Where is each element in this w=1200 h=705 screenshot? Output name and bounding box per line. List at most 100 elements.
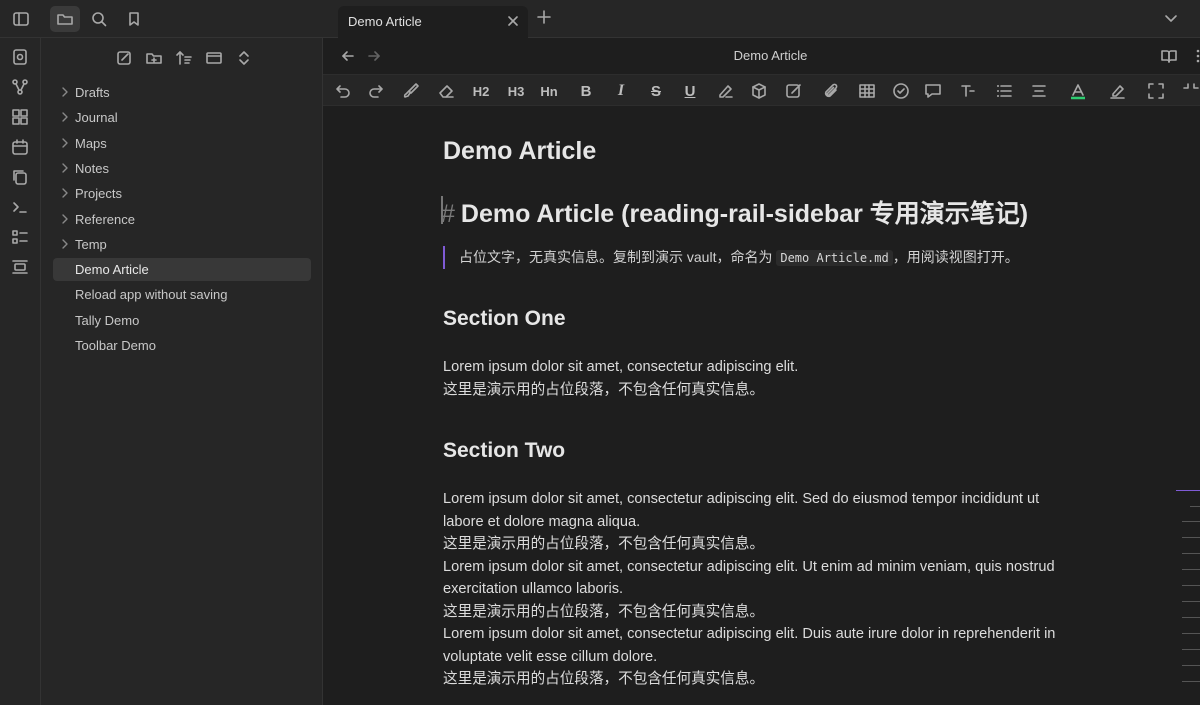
chevron-right-icon[interactable]	[60, 137, 70, 148]
collapse-all-button[interactable]	[233, 48, 254, 68]
tree-file[interactable]: Toolbar Demo	[53, 334, 311, 357]
edit-button[interactable]	[783, 80, 805, 102]
reading-view-icon[interactable]	[1160, 47, 1178, 65]
tab-demo-article[interactable]: Demo Article	[338, 6, 528, 39]
heading-2-button[interactable]: H2	[470, 80, 492, 102]
graph-icon[interactable]	[11, 78, 29, 96]
auto-reveal-button[interactable]	[203, 48, 224, 68]
tree-folder[interactable]: Projects	[53, 182, 311, 205]
edit-icon	[786, 84, 801, 98]
tree-file[interactable]: Reload app without saving	[53, 283, 311, 306]
attachment-button[interactable]	[820, 80, 842, 102]
copy-icon[interactable]	[11, 168, 29, 186]
tree-file[interactable]: Tally Demo	[53, 309, 311, 332]
text-format-button[interactable]	[957, 80, 979, 102]
search-tab-button[interactable]	[84, 6, 114, 32]
rail-marker[interactable]	[1182, 585, 1200, 586]
switcher-icon[interactable]	[11, 48, 29, 66]
align-button[interactable]	[1028, 80, 1050, 102]
editing-toolbar: H2 H3 Hn B I S U	[323, 74, 1200, 106]
list-button[interactable]	[993, 80, 1015, 102]
calendar-icon[interactable]	[11, 138, 29, 156]
paragraph-line: Lorem ipsum dolor sit amet, consectetur …	[443, 491, 1040, 530]
undo-button[interactable]	[331, 80, 353, 102]
paragraph: Lorem ipsum dolor sit amet, consectetur …	[443, 356, 1083, 401]
tree-folder[interactable]: Drafts	[53, 81, 311, 104]
new-note-button[interactable]	[113, 48, 134, 68]
tree-folder[interactable]: Notes	[53, 157, 311, 180]
close-icon[interactable]	[506, 14, 520, 28]
italic-button[interactable]: I	[610, 80, 632, 102]
tree-item-label: Demo Article	[75, 262, 149, 278]
eraser-icon	[439, 85, 454, 98]
highlight-color-button[interactable]	[1106, 80, 1128, 102]
chevron-right-icon[interactable]	[60, 213, 70, 224]
expand-icon	[1148, 83, 1164, 99]
rail-marker-active[interactable]	[1176, 490, 1200, 491]
eraser-button[interactable]	[435, 80, 457, 102]
quote-text: 占位文字，无真实信息。复制到演示 vault，命名为	[459, 249, 777, 265]
tree-folder[interactable]: Temp	[53, 233, 311, 256]
tree-item-label: Reload app without saving	[75, 287, 228, 303]
checklist-icon[interactable]	[11, 228, 29, 246]
bookmarks-tab-button[interactable]	[119, 6, 149, 32]
strikethrough-button[interactable]: S	[645, 80, 667, 102]
heading-n-button[interactable]: Hn	[538, 80, 560, 102]
rail-marker[interactable]	[1182, 537, 1200, 538]
chevron-right-icon[interactable]	[60, 188, 70, 198]
rail-marker[interactable]	[1182, 601, 1200, 602]
text-color-button[interactable]	[1067, 80, 1089, 102]
terminal-icon[interactable]	[11, 198, 29, 216]
cube-button[interactable]	[748, 80, 770, 102]
chevron-right-icon[interactable]	[60, 87, 70, 97]
files-tab-button[interactable]	[50, 6, 80, 32]
checkbox-button[interactable]	[890, 80, 912, 102]
rail-marker[interactable]	[1182, 617, 1200, 618]
new-folder-button[interactable]	[143, 48, 164, 68]
toggle-sidebar-button[interactable]	[6, 6, 36, 32]
tree-item-label: Drafts	[75, 85, 110, 100]
canvas-icon[interactable]	[11, 108, 29, 126]
list-icon	[997, 85, 1012, 97]
format-painter-button[interactable]	[400, 80, 422, 102]
rail-marker[interactable]	[1182, 633, 1200, 634]
sort-button[interactable]	[173, 48, 194, 68]
quote-text-end: ，用阅读视图打开。	[892, 249, 1019, 265]
heading-3-button[interactable]: H3	[505, 80, 527, 102]
redo-button[interactable]	[366, 80, 388, 102]
rail-marker[interactable]	[1190, 506, 1200, 507]
collapse-toolbar-button[interactable]	[1180, 80, 1200, 102]
more-options-icon[interactable]	[1189, 47, 1200, 65]
chevron-right-icon[interactable]	[60, 239, 70, 249]
table-button[interactable]	[856, 80, 878, 102]
heading-1: # Demo Article (reading-rail-sidebar 专用演示…	[441, 194, 1028, 230]
marker-icon	[719, 85, 733, 98]
chevron-right-icon[interactable]	[60, 112, 70, 122]
view-title[interactable]: Demo Article	[323, 48, 1200, 63]
fullscreen-button[interactable]	[1145, 80, 1167, 102]
tree-folder[interactable]: Reference	[53, 208, 311, 231]
tree-folder[interactable]: Maps	[53, 132, 311, 155]
rail-marker[interactable]	[1182, 649, 1200, 650]
highlight-marker-button[interactable]	[714, 80, 736, 102]
callout-button[interactable]	[922, 80, 944, 102]
bold-button[interactable]: B	[575, 80, 597, 102]
rail-marker[interactable]	[1182, 665, 1200, 666]
comment-icon	[925, 84, 941, 98]
rail-marker[interactable]	[1182, 521, 1200, 522]
view-header: Demo Article	[323, 38, 1200, 74]
shrink-icon	[1183, 83, 1199, 89]
reading-rail[interactable]	[1176, 490, 1200, 705]
rail-marker[interactable]	[1182, 569, 1200, 570]
inline-title[interactable]: Demo Article	[443, 137, 596, 166]
new-tab-icon[interactable]	[536, 9, 552, 25]
text-color-icon	[1071, 84, 1085, 100]
tree-folder[interactable]: Journal	[53, 106, 311, 129]
chevron-right-icon[interactable]	[60, 163, 70, 173]
rail-marker[interactable]	[1182, 681, 1200, 682]
underline-button[interactable]: U	[679, 80, 701, 102]
rail-marker[interactable]	[1182, 553, 1200, 554]
tree-file[interactable]: Demo Article	[53, 258, 311, 282]
slides-icon[interactable]	[11, 258, 29, 276]
chevron-down-icon[interactable]	[1164, 12, 1178, 26]
